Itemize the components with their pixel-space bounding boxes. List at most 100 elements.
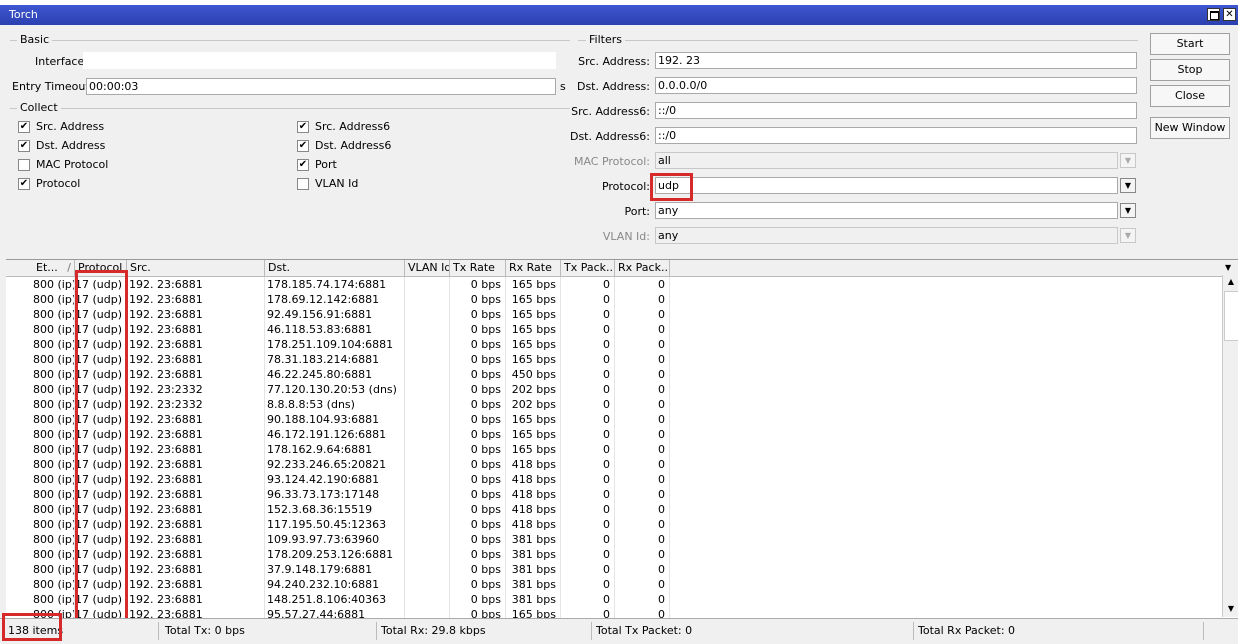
interface-field[interactable]	[83, 52, 556, 69]
basic-group-label: Basic	[17, 33, 53, 46]
src-address6-field[interactable]: ::/0	[655, 102, 1137, 119]
collect-dst-address6-checkbox[interactable]: ✔	[297, 140, 309, 152]
collect-src-address6-checkbox[interactable]: ✔	[297, 121, 309, 133]
table-row[interactable]: 800 (ip) 17 (udp) 192. 23:6881 46.118.53.83…	[6, 322, 1221, 337]
cell-rx-rate: 165 bps	[506, 352, 561, 367]
port-select[interactable]: any	[655, 202, 1118, 219]
mac-protocol-select[interactable]: all	[655, 152, 1118, 169]
basic-group-line	[10, 40, 570, 41]
cell-tx-packets: 0	[561, 367, 615, 382]
table-row[interactable]: 800 (ip) 17 (udp) 192. 23:6881 92.49.156.91…	[6, 307, 1221, 322]
table-row[interactable]: 800 (ip) 17 (udp) 192. 23:6881 96.33.73.173…	[6, 487, 1221, 502]
collect-group-line	[10, 108, 570, 109]
column-menu-icon[interactable]: ▼	[1222, 260, 1238, 276]
table-row[interactable]: 800 (ip) 17 (udp) 192. 23:6881 178.209.253.…	[6, 547, 1221, 562]
table-row[interactable]: 800 (ip) 17 (udp) 192. 23:6881 109.93.97.73…	[6, 532, 1221, 547]
table-row[interactable]: 800 (ip) 17 (udp) 192. 23:6881 46.22.245.80…	[6, 367, 1221, 382]
dropdown-arrow-icon[interactable]: ▼	[1120, 153, 1136, 168]
collect-mac-protocol-checkbox[interactable]	[18, 159, 30, 171]
start-button[interactable]: Start	[1150, 33, 1230, 55]
cell-src: 192. 23:6881	[127, 292, 265, 307]
cell-dst: 178.209.253.126:6881	[265, 547, 405, 562]
table-row[interactable]: 800 (ip) 17 (udp) 192. 23:6881 93.124.42.19…	[6, 472, 1221, 487]
table-row[interactable]: 800 (ip) 17 (udp) 192. 23:6881 148.251.8.10…	[6, 592, 1221, 607]
table-row[interactable]: 800 (ip) 17 (udp) 192. 23:6881 94.240.232.1…	[6, 577, 1221, 592]
close-button[interactable]: Close	[1150, 85, 1230, 107]
close-icon[interactable]: ✕	[1223, 8, 1236, 21]
cell-vlan-id	[405, 577, 450, 592]
src-address-label: Src. Address:	[578, 55, 650, 68]
cell-tx-packets: 0	[561, 502, 615, 517]
table-row[interactable]: 800 (ip) 17 (udp) 192. 23:6881 92.233.246.6…	[6, 457, 1221, 472]
table-row[interactable]: 800 (ip) 17 (udp) 192. 23:6881 90.188.104.9…	[6, 412, 1221, 427]
column-header-rx-rate[interactable]: Rx Rate	[506, 260, 561, 276]
table-row[interactable]: 800 (ip) 17 (udp) 192. 23:6881 178.185.74.1…	[6, 277, 1221, 292]
dropdown-arrow-icon[interactable]: ▼	[1120, 228, 1136, 243]
collect-port-checkbox[interactable]: ✔	[297, 159, 309, 171]
cell-src: 192. 23:6881	[127, 487, 265, 502]
cell-tx-packets: 0	[561, 472, 615, 487]
cell-vlan-id	[405, 337, 450, 352]
cell-rx-packets: 0	[615, 292, 670, 307]
scrollbar-thumb[interactable]	[1224, 291, 1238, 341]
column-header-vlan-id[interactable]: VLAN Id	[405, 260, 450, 276]
table-row[interactable]: 800 (ip) 17 (udp) 192. 23:6881 37.9.148.179…	[6, 562, 1221, 577]
table-row[interactable]: 800 (ip) 17 (udp) 192. 23:6881 152.3.68.36:…	[6, 502, 1221, 517]
collect-vlan-id-checkbox[interactable]	[297, 178, 309, 190]
table-row[interactable]: 800 (ip) 17 (udp) 192. 23:6881 95.57.27.44:…	[6, 607, 1221, 618]
stop-button[interactable]: Stop	[1150, 59, 1230, 81]
collect-src-address-checkbox[interactable]: ✔	[18, 121, 30, 133]
vertical-scrollbar[interactable]: ▲ ▼	[1222, 275, 1238, 617]
window-titlebar[interactable]: Torch ✕	[0, 5, 1238, 25]
scroll-up-icon[interactable]: ▲	[1224, 275, 1238, 289]
cell-rx-rate: 165 bps	[506, 322, 561, 337]
cell-src: 192. 23:6881	[127, 577, 265, 592]
dropdown-arrow-icon[interactable]: ▼	[1120, 178, 1136, 193]
cell-protocol: 17 (udp)	[75, 607, 127, 618]
src-address-field[interactable]: 192. 23	[655, 52, 1137, 69]
table-row[interactable]: 800 (ip) 17 (udp) 192. 23:6881 46.172.191.1…	[6, 427, 1221, 442]
cell-ethertype: 800 (ip)	[33, 592, 75, 607]
table-row[interactable]: 800 (ip) 17 (udp) 192. 23:6881 178.251.109.…	[6, 337, 1221, 352]
column-header-tx-rate[interactable]: Tx Rate	[450, 260, 506, 276]
collect-dst-address-checkbox[interactable]: ✔	[18, 140, 30, 152]
cell-protocol: 17 (udp)	[75, 307, 127, 322]
torch-table[interactable]: Et... / Protocol Src. Dst. VLAN Id Tx Rat…	[6, 259, 1238, 618]
scroll-down-icon[interactable]: ▼	[1224, 602, 1238, 616]
cell-ethertype: 800 (ip)	[33, 517, 75, 532]
vlan-id-select[interactable]: any	[655, 227, 1118, 244]
table-row[interactable]: 800 (ip) 17 (udp) 192. 23:6881 117.195.50.4…	[6, 517, 1221, 532]
dropdown-arrow-icon[interactable]: ▼	[1120, 203, 1136, 218]
cell-rx-rate: 165 bps	[506, 277, 561, 292]
cell-src: 192. 23:6881	[127, 352, 265, 367]
collect-protocol-checkbox[interactable]: ✔	[18, 178, 30, 190]
cell-rx-rate: 165 bps	[506, 292, 561, 307]
cell-rx-rate: 165 bps	[506, 427, 561, 442]
column-header-tx-packets[interactable]: Tx Pack...	[561, 260, 615, 276]
dst-address-field[interactable]: 0.0.0.0/0	[655, 77, 1137, 94]
table-row[interactable]: 800 (ip) 17 (udp) 192. 23:6881 178.162.9.64…	[6, 442, 1221, 457]
column-header-ethertype[interactable]: Et... /	[33, 260, 75, 276]
vlan-id-label: VLAN Id:	[602, 230, 650, 243]
dst-address6-field[interactable]: ::/0	[655, 127, 1137, 144]
column-header-dst[interactable]: Dst.	[265, 260, 405, 276]
cell-src: 192. 23:6881	[127, 532, 265, 547]
table-row[interactable]: 800 (ip) 17 (udp) 192. 23:6881 78.31.183.21…	[6, 352, 1221, 367]
cell-tx-rate: 0 bps	[450, 397, 506, 412]
cell-dst: 78.31.183.214:6881	[265, 352, 405, 367]
protocol-select[interactable]: udp	[655, 177, 1118, 194]
cell-rx-rate: 202 bps	[506, 382, 561, 397]
dst-address6-label: Dst. Address6:	[569, 130, 650, 143]
column-header-rx-packets[interactable]: Rx Pack...	[615, 260, 670, 276]
table-row[interactable]: 800 (ip) 17 (udp) 192. 23:6881 178.69.12.14…	[6, 292, 1221, 307]
cell-rx-packets: 0	[615, 472, 670, 487]
new-window-button[interactable]: New Window	[1150, 117, 1230, 139]
cell-src: 192. 23:6881	[127, 307, 265, 322]
table-row[interactable]: 800 (ip) 17 (udp) 192. 23:2332 77.120.130.2…	[6, 382, 1221, 397]
entry-timeout-field[interactable]: 00:00:03	[86, 78, 556, 95]
table-row[interactable]: 800 (ip) 17 (udp) 192. 23:2332 8.8.8.8:53 (…	[6, 397, 1221, 412]
column-header-src[interactable]: Src.	[127, 260, 265, 276]
column-header-protocol[interactable]: Protocol	[75, 260, 127, 276]
maximize-icon[interactable]	[1207, 8, 1220, 21]
cell-tx-rate: 0 bps	[450, 607, 506, 618]
